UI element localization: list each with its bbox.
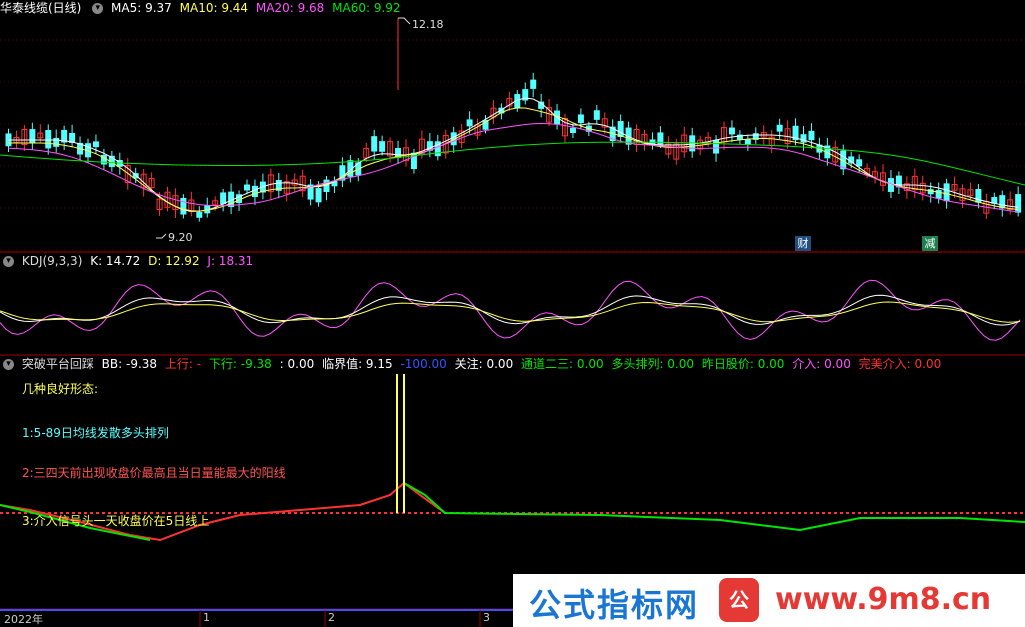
indicator-prevclose: 昨日股价: 0.00 (701, 357, 785, 371)
indicator-zero: : 0.00 (279, 357, 315, 371)
kdj-panel-header: ▾ KDJ(9,3,3) K: 14.72 D: 12.92 J: 18.31 (0, 253, 257, 270)
tip-1: 1:5-89日均线发散多头排列 (22, 426, 169, 440)
candle-body (69, 132, 76, 143)
settings-circle-icon[interactable]: ▾ (92, 3, 104, 14)
candle-body (856, 159, 863, 167)
price-panel-header: 华泰线缆(日线) ▾ MA5: 9.37 MA10: 9.44 MA20: 9.… (0, 0, 405, 17)
candle-body (999, 195, 1006, 209)
ma10-value: MA10: 9.44 (179, 1, 249, 15)
kdj-k-value: K: 14.72 (90, 254, 141, 268)
bb-line-green-b (403, 482, 1025, 532)
candle-body (196, 212, 203, 218)
indicator-entry: 介入: 0.00 (792, 357, 851, 371)
indicator-circle-icon[interactable]: ▾ (3, 359, 14, 370)
axis-month-2: 2 (328, 611, 335, 624)
kdj-k-line (0, 294, 1021, 326)
axis-month-1: 1 (203, 611, 210, 624)
kdj-j-line (0, 279, 1021, 341)
candle-body (29, 129, 36, 144)
indicator-down: 下行: -9.38 (208, 357, 272, 371)
candle-body (180, 197, 187, 215)
kdj-lines (0, 279, 1021, 341)
watermark-seal-icon: 公 (719, 578, 759, 622)
kdj-d-value: D: 12.92 (148, 254, 200, 268)
candle-body (466, 119, 473, 127)
tip-3: 3:介入信号头一天收盘价在5日线上 (22, 514, 210, 528)
indicator-panel-header: ▾ 突破平台回踩 BB: -9.38 上行: - 下行: -9.38 : 0.0… (0, 356, 945, 373)
candle-body (569, 127, 576, 133)
indicator-perfect: 完美介入: 0.00 (858, 357, 942, 371)
candle-body (744, 139, 751, 145)
candle-body (617, 121, 624, 137)
axis-year: 2022年 (4, 613, 43, 626)
candle-body (728, 127, 735, 135)
kdj-title: KDJ(9,3,3) (21, 254, 83, 268)
tips-heading: 几种良好形态: (22, 382, 99, 396)
stock-title: 华泰线缆(日线) (0, 1, 82, 15)
ma60-value: MA60: 9.92 (332, 1, 401, 15)
indicator-up: 上行: - (164, 357, 202, 371)
indicator-focus: 关注: 0.00 (454, 357, 514, 371)
event-marker-jian[interactable]: 减 (922, 236, 938, 251)
kdj-d-line (0, 301, 1021, 323)
watermark-left-text: 公式指标网 (529, 586, 700, 624)
candle-body (315, 188, 322, 203)
moving-average-lines (0, 97, 1025, 213)
candle-body (808, 130, 815, 141)
ma5-value: MA5: 9.37 (111, 1, 172, 15)
candle-body (92, 141, 99, 148)
candle-body (379, 141, 386, 152)
indicator-crit: 临界值: 9.15 (322, 357, 393, 371)
candle-body (371, 136, 378, 152)
ma20-value: MA20: 9.68 (255, 1, 325, 15)
indicator-channel: 通道二三: 0.00 (521, 357, 604, 371)
low-pointer (156, 233, 167, 239)
kdj-j-value: J: 18.31 (207, 254, 254, 268)
tip-2: 2:三四天前出现收盘价最高且当日量能最大的阳线 (22, 466, 286, 480)
low-price-label: 9.20 (168, 231, 193, 244)
indicator-title: 突破平台回踩 (21, 357, 94, 371)
event-marker-cai[interactable]: 财 (795, 236, 811, 251)
high-price-label: 12.18 (412, 18, 444, 31)
candle-body (577, 114, 584, 124)
watermark-banner: 公式指标网 公 www.9m8.cn (513, 574, 1025, 627)
candle-body (45, 130, 52, 149)
candle-body (220, 192, 227, 205)
axis-month-3: 3 (483, 611, 490, 624)
candle-body (251, 185, 258, 197)
candle-body (530, 79, 537, 89)
candle-body (943, 183, 950, 202)
indicator-bb: BB: -9.38 (101, 357, 158, 371)
candle-body (776, 124, 783, 132)
kdj-circle-icon[interactable]: ▾ (3, 256, 14, 267)
candle-body (713, 139, 720, 154)
candle-body (244, 184, 250, 191)
indicator-neg100: -100.00 (400, 357, 447, 371)
candle-body (593, 110, 600, 120)
watermark-right-text: www.9m8.cn (775, 582, 992, 617)
chart-canvas[interactable] (0, 0, 1025, 627)
candlestick-series (5, 17, 1022, 239)
indicator-bull: 多头排列: 0.00 (611, 357, 695, 371)
high-pointer (398, 17, 411, 25)
